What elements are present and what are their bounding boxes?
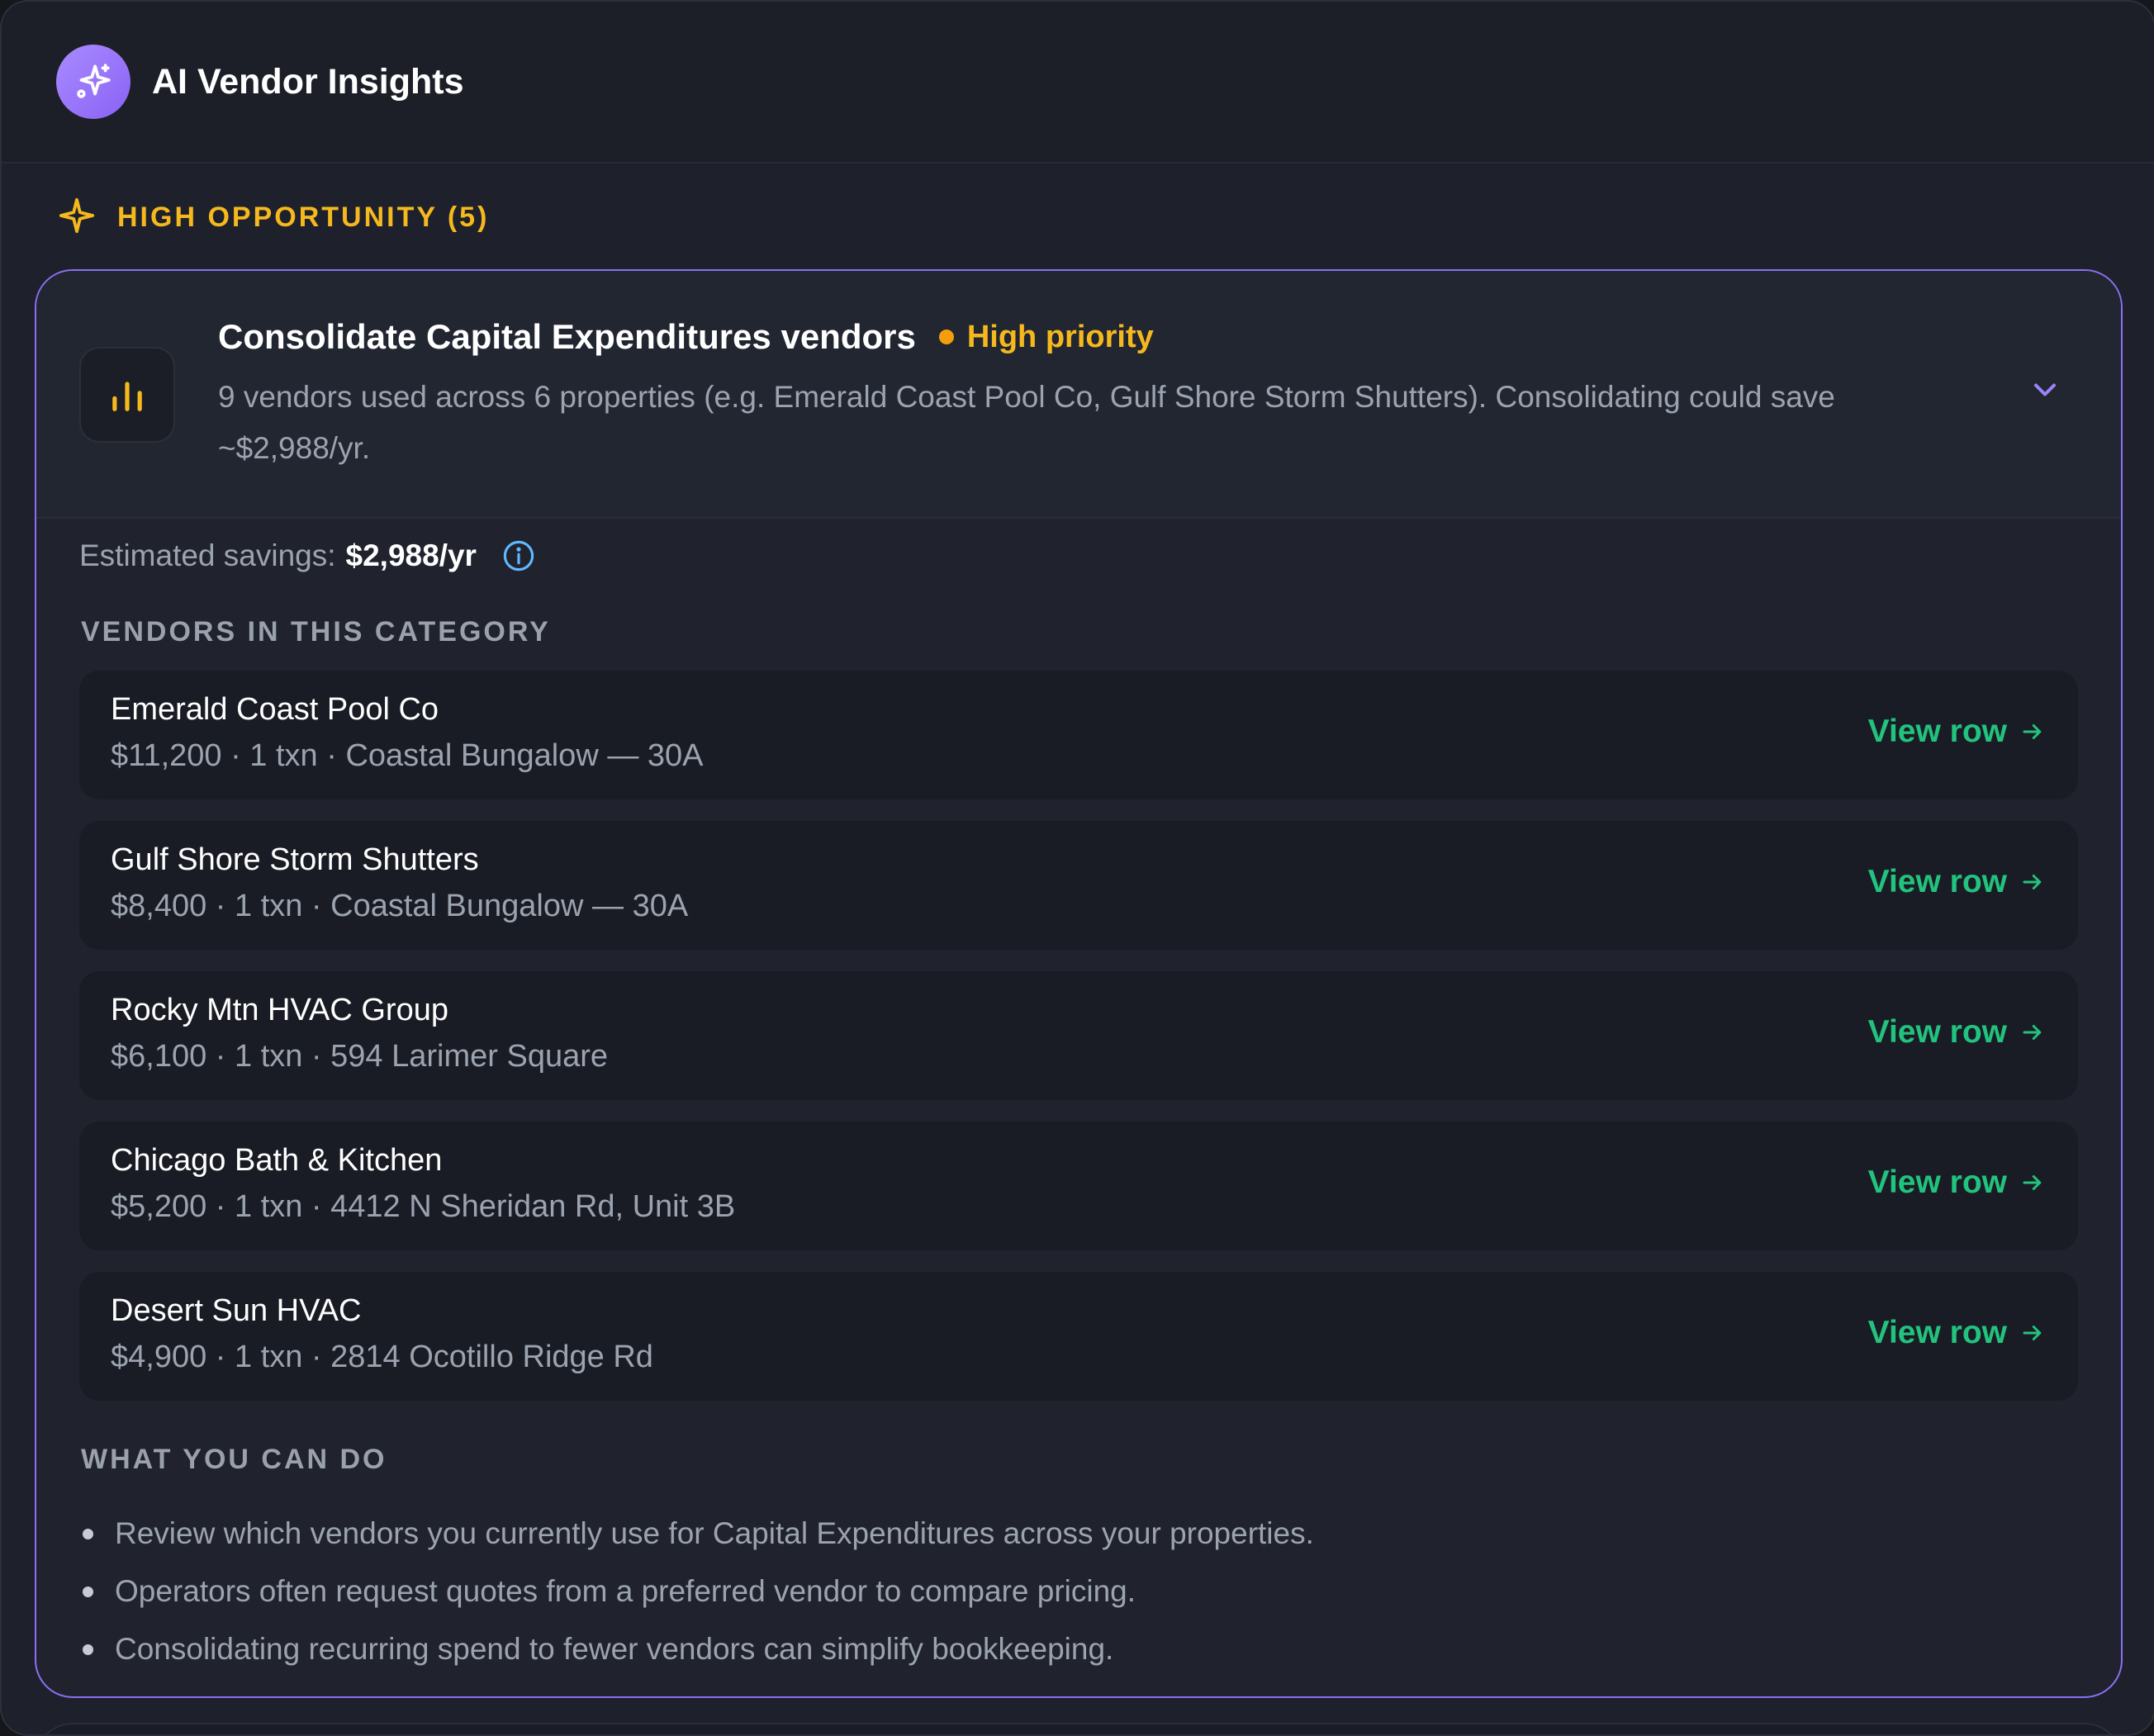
chevron-down-icon[interactable] xyxy=(2027,372,2063,412)
list-item: Consolidating recurring spend to fewer v… xyxy=(79,1620,2061,1678)
arrow-right-icon xyxy=(2023,1175,2042,1190)
savings-value: $2,988/yr xyxy=(345,538,477,572)
vendor-meta: $11,200 · 1 txn · Coastal Bungalow — 30A xyxy=(111,738,704,773)
vendors-heading: VENDORS IN THIS CATEGORY xyxy=(81,616,551,647)
actions-heading: WHAT YOU CAN DO xyxy=(81,1444,387,1475)
sparkle-icon xyxy=(58,197,96,239)
vendor-insights-panel: AI Vendor Insights HIGH OPPORTUNITY (5) … xyxy=(0,0,2154,1736)
section-label-text: HIGH OPPORTUNITY (5) xyxy=(117,202,490,233)
vendor-row: Desert Sun HVAC $4,900 · 1 txn · 2814 Oc… xyxy=(79,1272,2078,1401)
view-row-link[interactable]: View row xyxy=(1868,1315,2045,1351)
vendor-name: Gulf Shore Storm Shutters xyxy=(111,842,479,877)
card-description: 9 vendors used across 6 properties (e.g.… xyxy=(218,380,1835,465)
vendor-list: Emerald Coast Pool Co $11,200 · 1 txn · … xyxy=(79,671,2078,1422)
section-label: HIGH OPPORTUNITY (5) xyxy=(58,197,489,239)
priority-badge: High priority xyxy=(966,319,1154,354)
vendor-row: Emerald Coast Pool Co $11,200 · 1 txn · … xyxy=(79,671,2078,799)
bullet-icon xyxy=(83,1586,93,1597)
vendor-name: Emerald Coast Pool Co xyxy=(111,692,439,727)
bullet-icon xyxy=(83,1528,93,1539)
card-title-row: Consolidate Capital Expenditures vendors… xyxy=(218,317,1154,357)
arrow-right-icon xyxy=(2023,724,2042,739)
insight-card-header[interactable]: Consolidate Capital Expenditures vendors… xyxy=(36,271,2121,519)
panel-header: AI Vendor Insights xyxy=(2,2,2154,164)
view-row-link[interactable]: View row xyxy=(1868,1014,2045,1051)
card-title: Consolidate Capital Expenditures vendors xyxy=(218,317,916,356)
vendor-meta: $4,900 · 1 txn · 2814 Ocotillo Ridge Rd xyxy=(111,1340,653,1374)
vendor-name: Chicago Bath & Kitchen xyxy=(111,1143,443,1178)
list-item: Operators often request quotes from a pr… xyxy=(79,1563,2061,1620)
arrow-right-icon xyxy=(2023,1326,2042,1340)
bullet-icon xyxy=(83,1644,93,1655)
estimated-savings: Estimated savings: $2,988/yr xyxy=(79,527,536,585)
view-row-link[interactable]: View row xyxy=(1868,1164,2045,1201)
view-row-link[interactable]: View row xyxy=(1868,864,2045,900)
savings-label: Estimated savings: xyxy=(79,538,336,572)
arrow-right-icon xyxy=(2023,875,2042,889)
list-item: Review which vendors you currently use f… xyxy=(79,1505,2061,1563)
vendor-name: Desert Sun HVAC xyxy=(111,1293,362,1328)
vendor-meta: $6,100 · 1 txn · 594 Larimer Square xyxy=(111,1039,609,1074)
action-list: Review which vendors you currently use f… xyxy=(79,1505,2061,1678)
vendor-row: Rocky Mtn HVAC Group $6,100 · 1 txn · 59… xyxy=(79,971,2078,1100)
info-icon[interactable] xyxy=(501,538,536,573)
vendor-row: Chicago Bath & Kitchen $5,200 · 1 txn · … xyxy=(79,1122,2078,1250)
vendor-name: Rocky Mtn HVAC Group xyxy=(111,993,448,1027)
bar-chart-icon xyxy=(79,347,175,443)
vendor-meta: $8,400 · 1 txn · Coastal Bungalow — 30A xyxy=(111,889,689,923)
arrow-right-icon xyxy=(2023,1025,2042,1040)
vendor-row: Gulf Shore Storm Shutters $8,400 · 1 txn… xyxy=(79,821,2078,950)
sparkles-icon xyxy=(56,45,130,119)
priority-dot xyxy=(938,330,954,344)
insight-card: Consolidate Capital Expenditures vendors… xyxy=(35,269,2123,1698)
panel-title: AI Vendor Insights xyxy=(152,61,464,102)
vendor-meta: $5,200 · 1 txn · 4412 N Sheridan Rd, Uni… xyxy=(111,1189,736,1224)
view-row-link[interactable]: View row xyxy=(1868,714,2045,750)
